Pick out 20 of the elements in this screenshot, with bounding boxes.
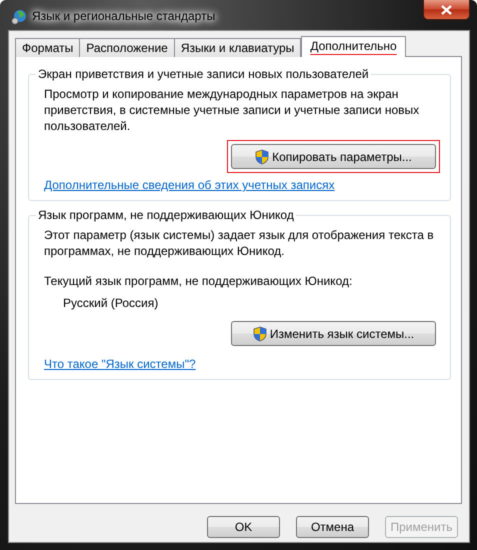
description-text: Этот параметр (язык системы) задает язык для отображения текста в программах, не поддерживающих Юникод. <box>44 227 435 259</box>
dialog-button[interactable]: OK <box>207 516 280 538</box>
group-title: Язык программ, не поддерживающих Юникод <box>37 208 295 223</box>
description-text: Просмотр и копирование международных параметров на экран приветствия, в системные учетные записи и учетные записи новых пользователей. <box>44 86 420 134</box>
group-title: Экран приветствия и учетные записи новых пользователей <box>37 67 370 82</box>
globe-icon <box>11 9 27 25</box>
help-link[interactable]: Дополнительные сведения об этих учетных записях <box>44 178 335 192</box>
settings-button[interactable]: Копировать параметры... <box>231 144 436 169</box>
settings-button[interactable]: Изменить язык системы... <box>231 321 436 346</box>
field-label: Текущий язык программ, не поддерживающих Юникод: <box>44 273 354 289</box>
tab[interactable]: Дополнительно <box>301 36 406 57</box>
tab[interactable]: Языки и клавиатуры <box>174 38 302 57</box>
tab[interactable]: Форматы <box>15 38 80 57</box>
help-link[interactable]: Что такое "Язык системы"? <box>44 357 196 371</box>
dialog-button[interactable]: Отмена <box>296 516 369 538</box>
tab[interactable]: Расположение <box>79 38 175 57</box>
window-title: Язык и региональные стандарты <box>32 9 216 23</box>
field-value: Русский (Россия) <box>62 295 160 311</box>
close-icon <box>441 4 452 14</box>
close-button[interactable] <box>423 0 470 20</box>
